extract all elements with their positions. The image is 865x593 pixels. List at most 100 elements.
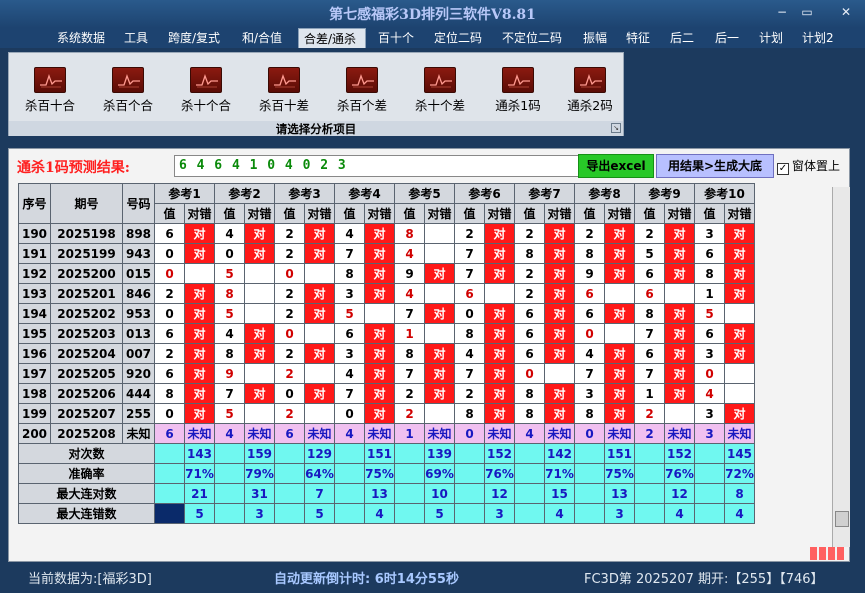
menu-item[interactable]: 后二: [670, 28, 694, 48]
expand-icon[interactable]: ↘: [611, 123, 621, 133]
vertical-scrollbar[interactable]: [832, 187, 850, 547]
ribbon-button-label: 杀百十差: [258, 98, 309, 113]
ribbon-button-2[interactable]: 杀百个合: [95, 67, 161, 114]
menu-item[interactable]: 定位二码: [434, 28, 482, 48]
stats-spacer: [274, 483, 305, 504]
ribbon-button-1[interactable]: 杀百十合: [17, 67, 83, 114]
hit-cell: 对: [184, 243, 215, 264]
value-cell: 3: [694, 343, 725, 364]
value-cell-miss: 6: [454, 283, 485, 304]
number-cell: 015: [122, 263, 155, 284]
menu-item[interactable]: 计划2: [802, 28, 834, 48]
hit-cell: 对: [364, 283, 395, 304]
current-data-label: 当前数据为:[福彩3D]: [28, 572, 152, 587]
menu-item[interactable]: 和/合值: [242, 28, 282, 48]
prediction-value: 0: [454, 423, 485, 444]
stats-value: 10: [424, 483, 455, 504]
table-row[interactable]: 197 2025205 920 6 对 9 2 4 对 7 对 7 对 0 7 对 7 对 0: [18, 363, 755, 384]
hit-cell: 对: [484, 243, 515, 264]
stats-value: 21: [184, 483, 215, 504]
title-bar: 第七感福彩3D排列三软件V8.81 − ▭ ✕: [0, 0, 865, 28]
value-cell-miss: 9: [214, 363, 245, 384]
topmost-checkbox[interactable]: ✓ 窗体置上: [777, 157, 840, 175]
hit-cell: 对: [364, 403, 395, 424]
sub-header-hit: 对错: [424, 203, 455, 224]
stats-value: 152: [484, 443, 515, 464]
table-row[interactable]: 194 2025202 953 0 对 5 2 对 5 7 对 0 对 6 对 6 对 8 对 5: [18, 303, 755, 324]
issue-cell: 2025201: [50, 283, 123, 304]
value-cell-miss: 5: [214, 303, 245, 324]
stats-value: 139: [424, 443, 455, 464]
table-row[interactable]: 191 2025199 943 0 对 0 对 2 对 7 对 4 7 对 8 对 8 对 5 对 6 对: [18, 243, 755, 264]
table-row[interactable]: 199 2025207 255 0 对 5 2 0 对 2 8 对 8 对 8 对 2 3 对: [18, 403, 755, 424]
value-cell: 7: [634, 363, 665, 384]
number-cell: 255: [122, 403, 155, 424]
hit-cell: 对: [184, 403, 215, 424]
stats-spacer: [154, 463, 185, 484]
menu-item[interactable]: 跨度/复式: [168, 28, 220, 48]
stats-value: 71%: [544, 463, 575, 484]
table-row[interactable]: 198 2025206 444 8 对 7 对 0 对 7 对 2 对 2 对 8 对 3 对 1 对 4: [18, 383, 755, 404]
hit-cell: 对: [544, 263, 575, 284]
value-cell: 8: [694, 263, 725, 284]
prediction-value: 2: [634, 423, 665, 444]
stats-spacer: [514, 463, 545, 484]
seq-cell: 192: [18, 263, 51, 284]
table-row-prediction[interactable]: 200 2025208 未知 6 未知 4 未知 6 未知 4 未知 1 未知 0 未知 4 未知 0 未知 2 未知 3…: [18, 423, 755, 444]
hit-cell: 对: [544, 243, 575, 264]
table-row[interactable]: 193 2025201 846 2 对 8 2 对 3 对 4 6 2 对 6 6 1 对: [18, 283, 755, 304]
stats-spacer: [574, 503, 605, 524]
chart-line-icon: [190, 67, 222, 93]
ribbon-button-3[interactable]: 杀十个合: [173, 67, 239, 114]
maximize-icon[interactable]: ▭: [797, 4, 817, 20]
seq-cell: 197: [18, 363, 51, 384]
prediction-unknown: 未知: [304, 423, 335, 444]
stats-spacer: [514, 483, 545, 504]
menu-item[interactable]: 振幅: [583, 28, 607, 48]
stats-row: 对次数 143 159 129 151 139 152 142 151 152 145: [18, 443, 755, 464]
chart-line-icon: [574, 67, 606, 93]
ribbon-button-7[interactable]: 通杀1码: [485, 67, 551, 114]
menu-item[interactable]: 特征: [626, 28, 650, 48]
menu-item[interactable]: 系统数据: [57, 28, 105, 48]
menu-item[interactable]: 工具: [124, 28, 148, 48]
checkbox-icon[interactable]: ✓: [777, 163, 789, 175]
topmost-label: 窗体置上: [792, 159, 841, 173]
seq-cell: 191: [18, 243, 51, 264]
table-row[interactable]: 196 2025204 007 2 对 8 对 2 对 3 对 8 对 4 对 6 对 4 对 6 对 3 对: [18, 343, 755, 364]
ribbon-button-5[interactable]: 杀百个差: [329, 67, 395, 114]
hit-cell: 对: [724, 223, 755, 244]
table-row[interactable]: 190 2025198 898 6 对 4 对 2 对 4 对 8 2 对 2 对 2 对 2 对 3 对: [18, 223, 755, 244]
ribbon-button-6[interactable]: 杀十个差: [407, 67, 473, 114]
ribbon-button-4[interactable]: 杀百十差: [251, 67, 317, 114]
export-excel-button[interactable]: 导出excel: [578, 154, 654, 178]
menu-item[interactable]: 计划: [759, 28, 783, 48]
value-cell: 7: [394, 363, 425, 384]
hit-cell: 对: [604, 383, 635, 404]
ribbon-button-8[interactable]: 通杀2码: [557, 67, 623, 114]
menu-item[interactable]: 百十个: [378, 28, 414, 48]
minimize-icon[interactable]: −: [772, 4, 792, 20]
issue-cell: 2025203: [50, 323, 123, 344]
table-row[interactable]: 195 2025203 013 6 对 4 对 0 6 对 1 8 对 6 对 0 7 对 6 对: [18, 323, 755, 344]
value-cell: 1: [694, 283, 725, 304]
scroll-thumb[interactable]: [835, 511, 849, 527]
stats-spacer: [334, 483, 365, 504]
generate-button[interactable]: 用结果>生成大底: [656, 154, 774, 178]
sub-header-value: 值: [394, 203, 425, 224]
value-cell: 6: [514, 343, 545, 364]
menu-item[interactable]: 不定位二码: [502, 28, 562, 48]
hit-cell: 对: [364, 223, 395, 244]
issue-cell: 2025202: [50, 303, 123, 324]
hit-cell: 对: [424, 383, 455, 404]
menu-item[interactable]: 后一: [715, 28, 739, 48]
result-value[interactable]: 6 4 6 4 1 0 4 0 2 3: [174, 155, 579, 177]
hit-cell: 对: [304, 243, 335, 264]
result-label: 通杀1码预测结果:: [17, 160, 130, 176]
value-cell: 2: [274, 303, 305, 324]
table-row[interactable]: 192 2025200 015 0 5 0 8 对 9 对 7 对 2 对 9 对 6 对 8 对: [18, 263, 755, 284]
close-icon[interactable]: ✕: [836, 4, 856, 20]
stats-value: 3: [604, 503, 635, 524]
sub-header-hit: 对错: [724, 203, 755, 224]
menu-item-active[interactable]: 合差/通杀: [298, 28, 366, 48]
